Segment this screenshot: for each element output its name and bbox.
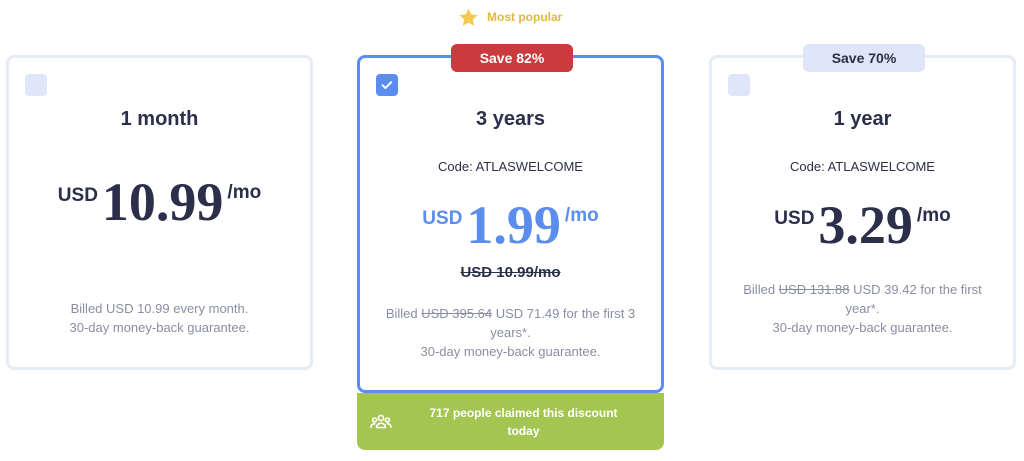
original-price: USD 10.99/mo: [460, 264, 561, 281]
people-icon: [369, 410, 393, 434]
billing-prefix: Billed: [385, 306, 418, 321]
billing-struck-price: USD 131.88: [778, 282, 850, 297]
plan-price: USD 1.99 /mo: [360, 195, 661, 255]
claim-text-line1: 717 people claimed this discount: [429, 405, 618, 420]
plan-title: 1 month: [120, 108, 199, 130]
billing-info: Billed USD 10.99 every month. 30-day mon…: [23, 299, 296, 337]
plan-checkbox-checked[interactable]: [376, 74, 398, 96]
price-amount: 3.29: [818, 195, 913, 255]
plan-card-3-years[interactable]: Save 82% 3 years Code: ATLASWELCOME USD …: [357, 44, 664, 393]
save-badge: Save 82%: [451, 44, 573, 72]
price-amount: 10.99: [101, 172, 224, 232]
guarantee-line: 30-day money-back guarantee.: [772, 320, 953, 335]
plan-price: USD 3.29 /mo: [712, 195, 1013, 255]
billing-rest: USD 71.49 for the first 3 years*.: [490, 306, 636, 340]
most-popular-text: Most popular: [487, 10, 563, 24]
billing-rest: USD 39.42 for the first year*.: [845, 282, 982, 316]
billing-line: Billed USD 131.88 USD 39.42 for the firs…: [726, 280, 999, 318]
promo-code: Code: ATLASWELCOME: [438, 159, 583, 174]
billing-struck-price: USD 395.64: [421, 306, 493, 321]
price-currency: USD: [422, 208, 463, 229]
claim-banner: 717 people claimed this discount today: [357, 393, 664, 450]
save-badge: Save 70%: [803, 44, 925, 72]
plan-card-1-year[interactable]: Save 70% 1 year Code: ATLASWELCOME USD 3…: [709, 44, 1016, 370]
price-currency: USD: [774, 208, 815, 229]
billing-info: Billed USD 395.64 USD 71.49 for the firs…: [374, 304, 647, 361]
guarantee-line: 30-day money-back guarantee.: [420, 344, 601, 359]
claim-text-line2: today: [507, 423, 540, 438]
plan-title: 3 years: [476, 108, 545, 130]
billing-line: Billed USD 10.99 every month.: [70, 301, 249, 316]
plan-title: 1 year: [833, 108, 892, 130]
price-unit: /mo: [564, 205, 599, 226]
plan-price: USD 10.99 /mo: [9, 172, 310, 232]
billing-info: Billed USD 131.88 USD 39.42 for the firs…: [726, 280, 999, 337]
price-unit: /mo: [916, 205, 951, 226]
billing-line: Billed USD 395.64 USD 71.49 for the firs…: [374, 304, 647, 342]
billing-prefix: Billed: [743, 282, 776, 297]
plan-card-1-month[interactable]: 1 month USD 10.99 /mo Billed USD 10.99 e…: [6, 55, 313, 370]
price-amount: 1.99: [466, 195, 561, 255]
price-unit: /mo: [227, 182, 262, 203]
plan-checkbox[interactable]: [25, 74, 47, 96]
star-icon: [458, 7, 479, 28]
most-popular-label: Most popular: [458, 6, 562, 28]
plan-checkbox[interactable]: [728, 74, 750, 96]
claim-text: 717 people claimed this discount today: [393, 404, 664, 440]
price-currency: USD: [57, 185, 98, 206]
guarantee-line: 30-day money-back guarantee.: [69, 320, 250, 335]
promo-code: Code: ATLASWELCOME: [790, 159, 935, 174]
checkmark-icon: [381, 81, 393, 90]
